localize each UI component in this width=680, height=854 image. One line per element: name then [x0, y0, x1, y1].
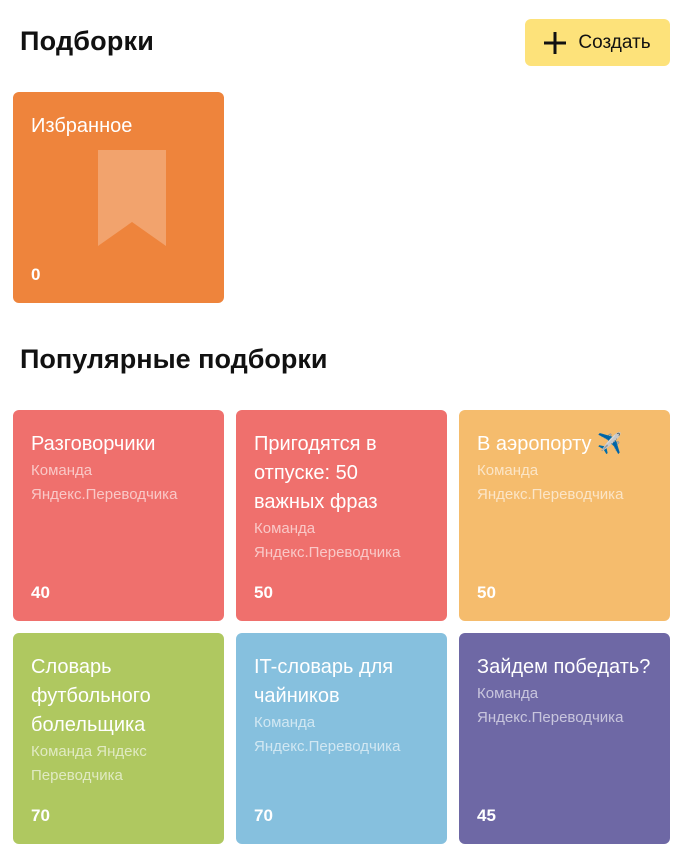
header: Подборки Создать — [0, 0, 680, 90]
card-title: В аэропорту — [477, 433, 592, 455]
create-button[interactable]: Создать — [525, 19, 670, 66]
card-author: Команда Яндекс.Переводчика — [31, 462, 178, 503]
card-count: 70 — [31, 806, 50, 825]
favorites-card[interactable]: Избранное 0 — [13, 92, 224, 303]
card-author: Команда Яндекс.Переводчика — [477, 685, 624, 726]
card-title: Пригодятся в отпуске: 50 важных фраз — [254, 433, 378, 513]
bookmark-icon — [98, 150, 166, 246]
card-author: Команда Яндекс.Переводчика — [477, 462, 624, 503]
card-title-row: В аэропорту ✈️ — [477, 430, 652, 459]
card-count: 40 — [31, 583, 50, 602]
collection-card-vacation[interactable]: Пригодятся в отпуске: 50 важных фраз Ком… — [236, 410, 447, 621]
collection-card-phrases[interactable]: Разговорчики Команда Яндекс.Переводчика … — [13, 410, 224, 621]
card-title: Разговорчики — [31, 433, 156, 455]
card-title: Зайдем победать? — [477, 656, 651, 678]
favorites-title: Избранное — [31, 115, 133, 137]
card-count: 50 — [254, 583, 273, 602]
card-count: 45 — [477, 806, 496, 825]
card-author: Команда Яндекс.Переводчика — [254, 714, 401, 755]
popular-section-title: Популярные подборки — [20, 344, 328, 374]
card-author: Команда Яндекс.Переводчика — [254, 520, 401, 561]
page-title: Подборки — [20, 26, 155, 56]
collection-card-football[interactable]: Словарь футбольного болельщика Команда Я… — [13, 633, 224, 844]
collection-card-airport[interactable]: В аэропорту ✈️ Команда Яндекс.Переводчик… — [459, 410, 670, 621]
plus-icon — [544, 31, 567, 54]
airplane-icon: ✈️ — [597, 433, 622, 455]
create-button-label: Создать — [578, 31, 651, 53]
card-author: Команда Яндекс Переводчика — [31, 743, 147, 784]
card-count: 70 — [254, 806, 273, 825]
collection-card-win[interactable]: Зайдем победать? Команда Яндекс.Переводч… — [459, 633, 670, 844]
card-title: Словарь футбольного болельщика — [31, 656, 151, 736]
favorites-count: 0 — [31, 265, 41, 284]
card-title: IT-словарь для чайников — [254, 656, 394, 707]
collection-card-it[interactable]: IT-словарь для чайников Команда Яндекс.П… — [236, 633, 447, 844]
card-count: 50 — [477, 583, 496, 602]
